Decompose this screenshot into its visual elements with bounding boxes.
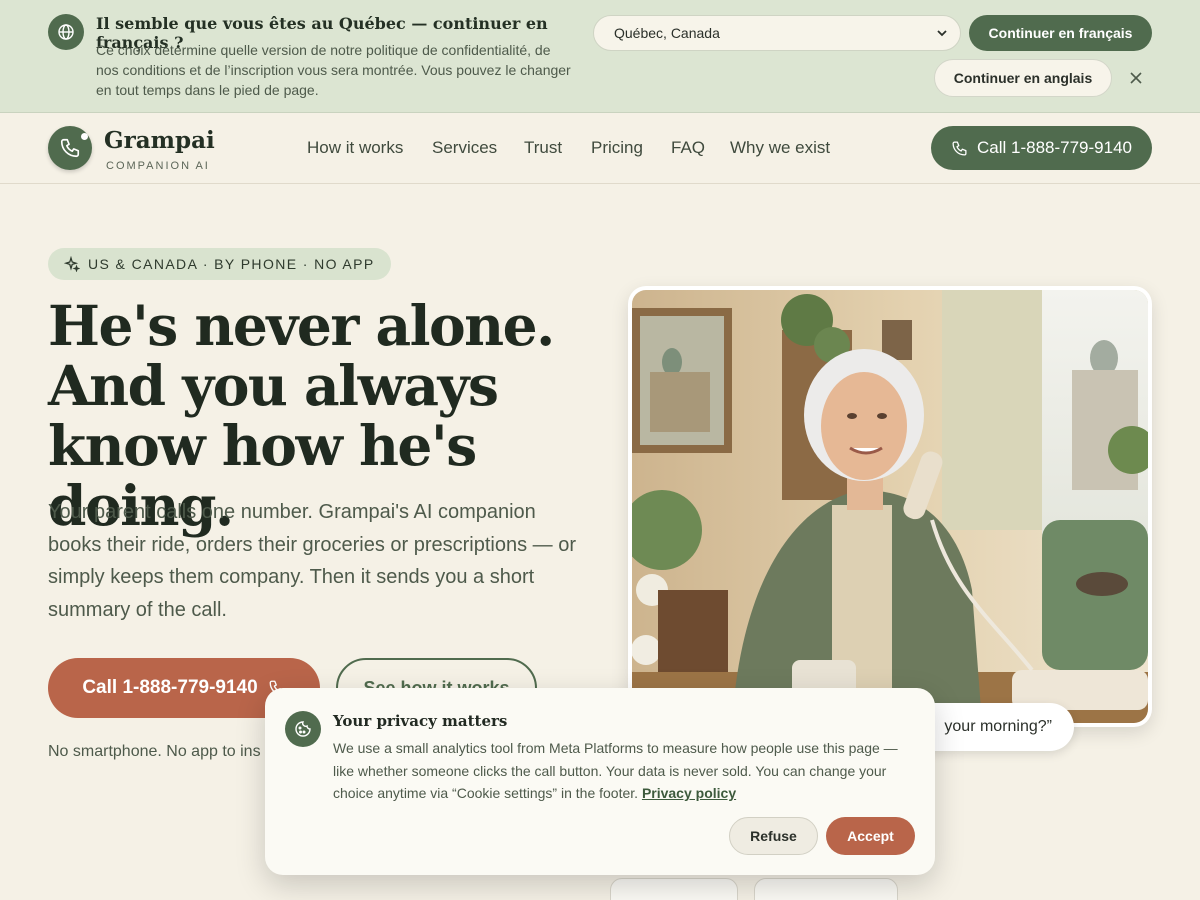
region-select-value: Québec, Canada (614, 25, 720, 41)
logo-dot (81, 133, 88, 140)
phone-icon (952, 140, 967, 156)
privacy-policy-link[interactable]: Privacy policy (642, 785, 736, 801)
region-select[interactable]: Québec, Canada (593, 15, 961, 51)
nav-link-services[interactable]: Services (432, 138, 497, 158)
globe-icon (48, 14, 84, 50)
privacy-body: We use a small analytics tool from Meta … (333, 737, 915, 805)
close-icon[interactable] (1124, 66, 1148, 90)
preview-card (610, 878, 738, 900)
logo[interactable] (48, 126, 92, 170)
brand-tagline: COMPANION AI (106, 160, 210, 172)
nav-call-button[interactable]: Call 1-888-779-9140 (931, 126, 1152, 170)
hero-photo-frame (628, 286, 1152, 727)
region-pill: US & CANADA · BY PHONE · NO APP (48, 248, 391, 280)
locale-banner-description: Ce choix détermine quelle version de not… (96, 42, 571, 98)
brand-name[interactable]: Grampai (104, 127, 215, 154)
sparkle-icon (64, 256, 80, 272)
cookie-icon (285, 711, 321, 747)
region-pill-label: US & CANADA · BY PHONE · NO APP (88, 256, 375, 272)
hero-copy: Your parent calls one number. Grampai's … (48, 501, 576, 621)
phone-icon (60, 138, 80, 158)
main-nav: Grampai COMPANION AI How it works Servic… (0, 113, 1200, 184)
refuse-button[interactable]: Refuse (729, 817, 818, 855)
privacy-dialog: Your privacy matters We use a small anal… (265, 688, 935, 875)
nav-link-how-it-works[interactable]: How it works (307, 138, 403, 158)
nav-link-trust[interactable]: Trust (524, 138, 562, 158)
hero-note: No smartphone. No app to ins (48, 743, 261, 760)
nav-link-faq[interactable]: FAQ (671, 138, 705, 158)
continue-english-button[interactable]: Continuer en anglais (934, 59, 1112, 97)
privacy-title: Your privacy matters (333, 712, 508, 730)
hero-photo (632, 290, 1148, 723)
preview-card (754, 878, 898, 900)
privacy-body-text: We use a small analytics tool from Meta … (333, 740, 898, 801)
chevron-down-icon (937, 30, 947, 37)
nav-link-why-we-exist[interactable]: Why we exist (730, 138, 830, 158)
hero-call-label: Call 1-888-779-9140 (82, 677, 258, 698)
nav-link-pricing[interactable]: Pricing (591, 138, 643, 158)
continue-french-button[interactable]: Continuer en français (969, 15, 1152, 51)
nav-call-label: Call 1-888-779-9140 (977, 138, 1132, 157)
locale-banner: Il semble que vous êtes au Québec — cont… (0, 0, 1200, 113)
accept-button[interactable]: Accept (826, 817, 915, 855)
